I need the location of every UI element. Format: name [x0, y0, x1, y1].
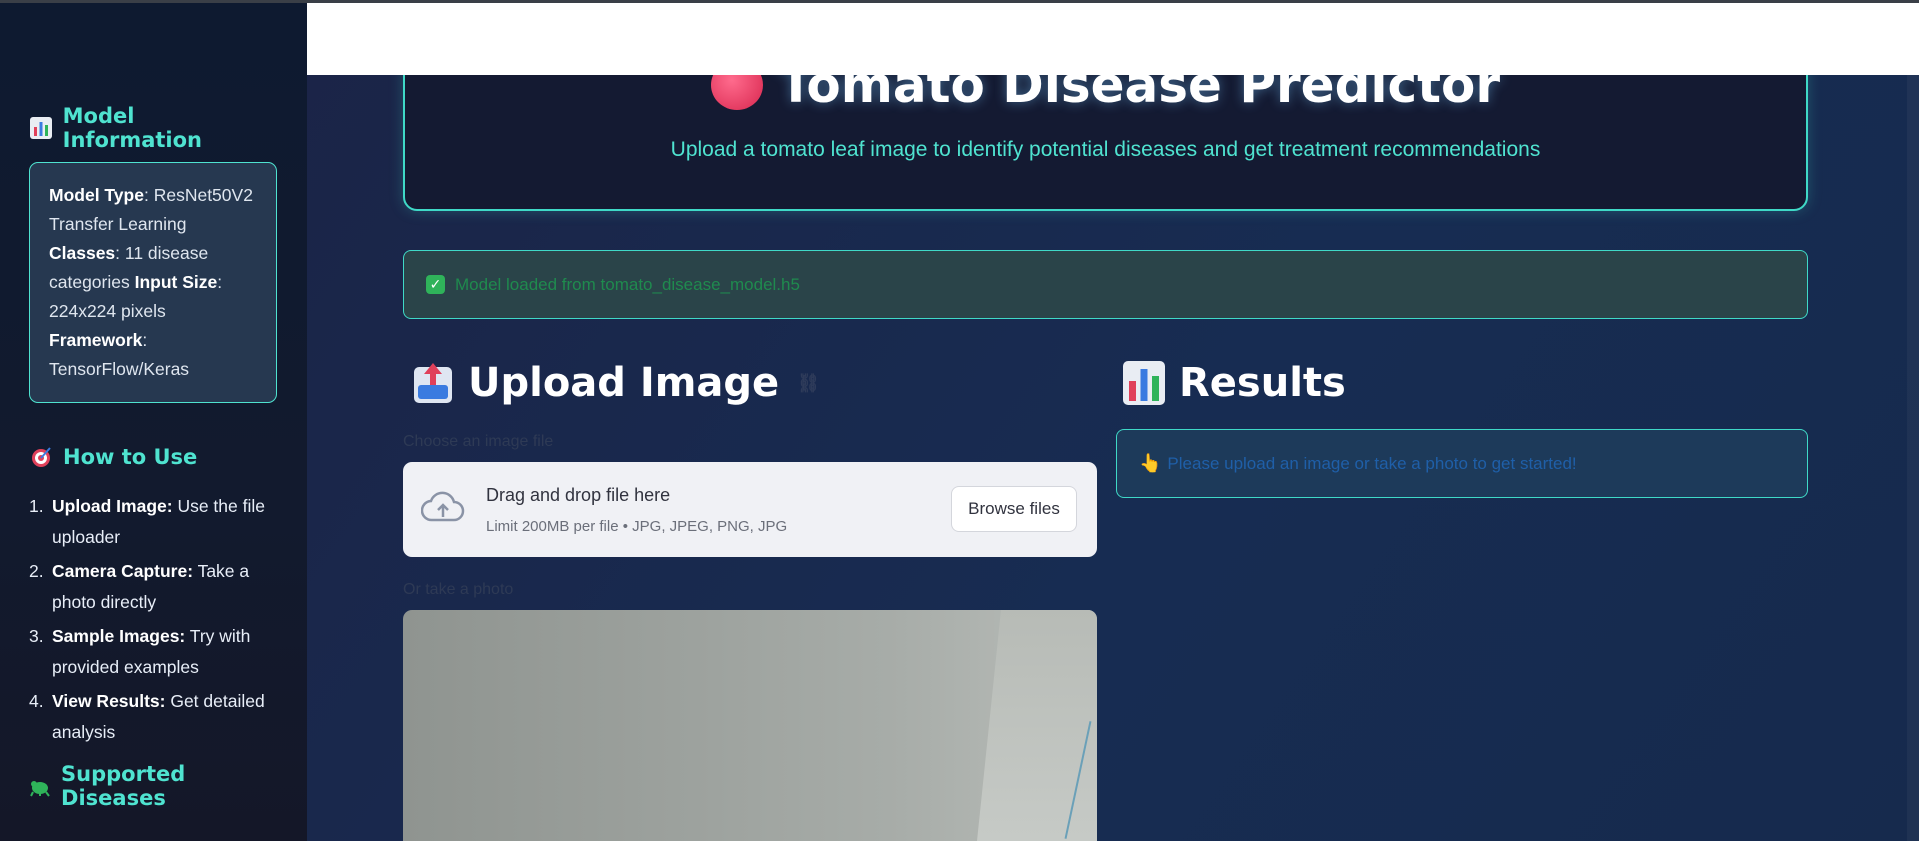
- how-to-use-heading: How to Use: [29, 439, 278, 475]
- how-to-steps: 1. Upload Image: Use the file uploader 2.…: [29, 491, 278, 748]
- list-item: 4. View Results: Get detailed analysis: [29, 691, 265, 742]
- results-heading: Results: [1123, 360, 1346, 406]
- inbox-upload-icon: [412, 361, 454, 405]
- list-item: 2. Camera Capture: Take a photo directly: [29, 561, 250, 612]
- dropzone-title: Drag and drop file here: [486, 485, 671, 505]
- file-uploader-label: Choose an image file: [403, 433, 554, 450]
- main-content: Tomato Disease Predictor Upload a tomato…: [307, 0, 1919, 841]
- main-scrollbar[interactable]: [1907, 75, 1919, 841]
- target-icon: [29, 445, 53, 469]
- model-type-detail: Transfer Learning: [49, 214, 187, 234]
- model-info-card: Model Type: ResNet50V2 Transfer Learning…: [29, 162, 277, 403]
- results-info-alert: 👆 Please upload an image or take a photo…: [1116, 429, 1808, 498]
- model-type-line: Model Type: ResNet50V2: [49, 185, 253, 205]
- cloud-upload-icon: [420, 490, 465, 526]
- list-item: 1. Upload Image: Use the file uploader: [29, 496, 265, 547]
- framework-value: TensorFlow/Keras: [49, 359, 190, 379]
- camera-feed-wall: [977, 610, 1097, 841]
- model-information-heading: Model Information: [29, 104, 278, 152]
- app-header: [307, 3, 1919, 75]
- sidebar: Model Information Model Type: ResNet50V2…: [0, 0, 307, 841]
- input-size-line: categories Input Size:: [49, 272, 223, 292]
- file-dropzone[interactable]: Drag and drop file here Limit 200MB per …: [403, 462, 1097, 557]
- page-subtitle: Upload a tomato leaf image to identify p…: [670, 138, 1541, 161]
- supported-diseases-heading: Supported Diseases: [29, 762, 278, 810]
- bar-chart-icon: [1123, 361, 1165, 405]
- checkmark-icon: ✓: [426, 275, 445, 294]
- bug-icon: [29, 774, 51, 798]
- camera-input-label: Or take a photo: [403, 581, 514, 598]
- browse-files-button[interactable]: Browse files: [951, 486, 1077, 532]
- upload-image-heading: Upload Image ⛓: [412, 360, 820, 406]
- camera-preview[interactable]: [403, 610, 1097, 841]
- list-item: 3. Sample Images: Try with provided examp…: [29, 626, 251, 677]
- window-top-border: [0, 0, 1919, 3]
- anchor-link-icon[interactable]: ⛓: [797, 373, 820, 394]
- pointing-hand-icon: 👆: [1139, 453, 1162, 473]
- dropzone-hint: Limit 200MB per file • JPG, JPEG, PNG, J…: [486, 518, 788, 535]
- success-alert: ✓ Model loaded from tomato_disease_model…: [403, 250, 1808, 319]
- framework-line: Framework:: [49, 330, 148, 350]
- classes-line: Classes: 11 disease: [49, 243, 209, 263]
- bar-chart-icon: [29, 116, 53, 140]
- input-size-value: 224x224 pixels: [49, 301, 166, 321]
